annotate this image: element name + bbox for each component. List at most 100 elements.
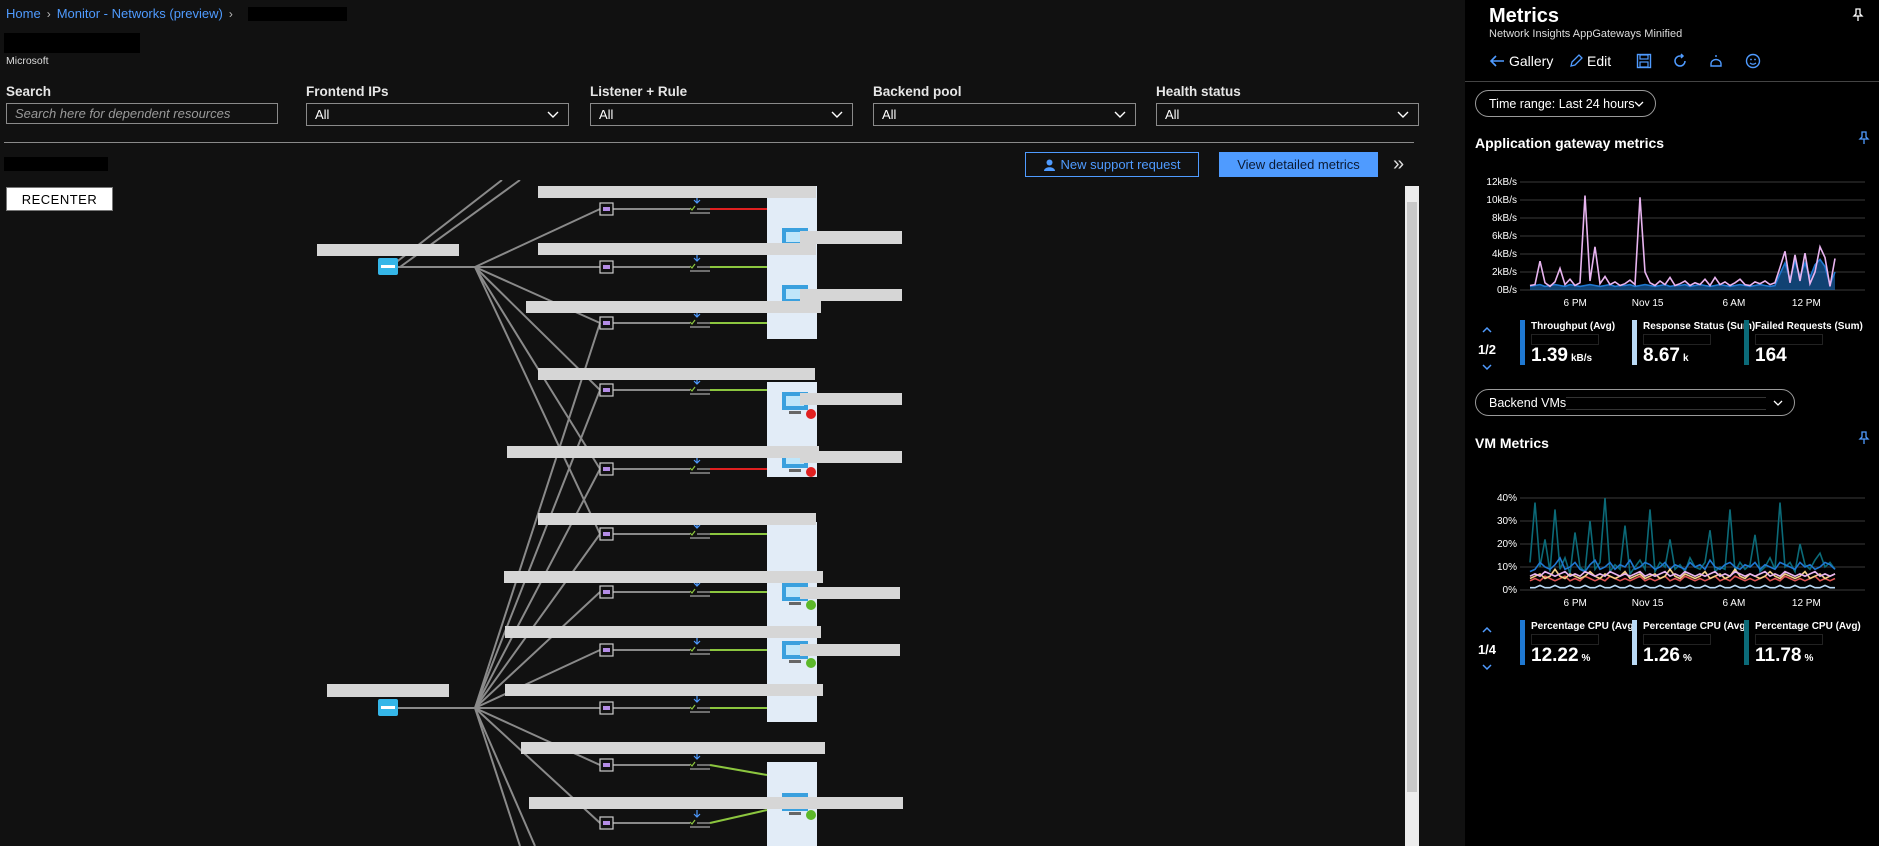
chevron-up-icon[interactable] bbox=[1481, 325, 1493, 335]
metric-tile[interactable]: Response Status (Sum) 8.67 k bbox=[1632, 320, 1755, 375]
ok-status-icon bbox=[806, 600, 816, 610]
x-tick-label: Nov 15 bbox=[1632, 598, 1664, 609]
search-label: Search bbox=[6, 84, 52, 99]
chevron-down-icon[interactable] bbox=[1481, 362, 1493, 372]
divider bbox=[1465, 81, 1879, 82]
redacted-listener-name bbox=[529, 797, 903, 809]
metric-value: 1.26% bbox=[1643, 645, 1692, 667]
backend-vms-picker[interactable]: Backend VMs: bbox=[1475, 389, 1795, 416]
metric-value: 12.22% bbox=[1531, 645, 1590, 667]
ok-status-icon bbox=[806, 810, 816, 820]
metric-number: 1.39 bbox=[1531, 345, 1568, 366]
redacted-listener-name bbox=[521, 742, 825, 754]
edit-button[interactable]: Edit bbox=[1569, 53, 1611, 69]
redacted-listener-name bbox=[538, 368, 815, 380]
x-tick-label: Nov 15 bbox=[1632, 298, 1664, 309]
redacted-gateway-name bbox=[317, 244, 459, 256]
redacted-metric-resource bbox=[1643, 334, 1711, 345]
listener-rule-value: All bbox=[599, 107, 614, 122]
health-status-select[interactable]: All bbox=[1156, 103, 1419, 126]
panel-title: Metrics bbox=[1489, 5, 1560, 27]
smiley-icon[interactable] bbox=[1745, 53, 1761, 69]
breadcrumb-networks[interactable]: Monitor - Networks (preview) bbox=[57, 6, 223, 21]
metric-tile[interactable]: Percentage CPU (Avg) 1.26% bbox=[1632, 620, 1749, 675]
metric-name: Response Status (Sum) bbox=[1643, 321, 1756, 332]
appgw-pager-text: 1/2 bbox=[1477, 342, 1497, 357]
listener-icon bbox=[599, 816, 614, 830]
redacted-breadcrumb bbox=[248, 7, 347, 21]
gallery-button[interactable]: Gallery bbox=[1489, 53, 1553, 69]
pin-icon[interactable] bbox=[1857, 431, 1871, 445]
view-detailed-metrics-button[interactable]: View detailed metrics bbox=[1219, 152, 1378, 177]
redacted-listener-name bbox=[526, 301, 821, 313]
pin-icon[interactable] bbox=[1857, 131, 1871, 145]
metric-name: Percentage CPU (Avg) bbox=[1643, 621, 1749, 632]
rule-icon bbox=[689, 752, 710, 770]
metric-color-bar bbox=[1632, 320, 1637, 365]
expand-panel-icon[interactable]: » bbox=[1393, 152, 1404, 176]
diagram-scrollbar[interactable] bbox=[1405, 186, 1419, 846]
new-support-request-button[interactable]: New support request bbox=[1025, 152, 1199, 177]
y-tick-label: 10kB/s bbox=[1486, 195, 1517, 206]
metric-value: 8.67 k bbox=[1643, 345, 1689, 367]
metric-number: 8.67 bbox=[1643, 345, 1680, 366]
backend-pool-select[interactable]: All bbox=[873, 103, 1136, 126]
listener-icon bbox=[599, 202, 614, 216]
scrollbar-thumb[interactable] bbox=[1407, 202, 1417, 792]
listener-icon bbox=[599, 383, 614, 397]
redacted-vm-name bbox=[800, 587, 900, 599]
metric-tile[interactable]: Percentage CPU (Avg) 11.78% bbox=[1744, 620, 1861, 675]
redacted-listener-name bbox=[504, 571, 823, 583]
metric-name: Failed Requests (Sum) bbox=[1755, 321, 1863, 332]
pin-icon[interactable] bbox=[1851, 8, 1865, 22]
refresh-icon[interactable] bbox=[1672, 53, 1688, 69]
save-icon[interactable] bbox=[1636, 53, 1652, 69]
x-tick-label: 6 PM bbox=[1564, 598, 1587, 609]
backend-vms-label: Backend VMs: bbox=[1489, 395, 1570, 410]
listener-icon bbox=[599, 701, 614, 715]
backend-pool-label: Backend pool bbox=[873, 84, 962, 99]
series-line bbox=[1529, 195, 1836, 288]
redacted-listener-name bbox=[505, 626, 821, 638]
redacted-vm-name bbox=[800, 289, 902, 301]
metric-unit: % bbox=[1682, 653, 1692, 664]
redacted-listener-name bbox=[505, 684, 823, 696]
backend-pool-value: All bbox=[882, 107, 897, 122]
chevron-down-icon[interactable] bbox=[1481, 662, 1493, 672]
rule-icon bbox=[689, 456, 710, 474]
frontend-ips-select[interactable]: All bbox=[306, 103, 569, 126]
feedback-icon[interactable] bbox=[1708, 53, 1724, 69]
metric-number: 164 bbox=[1755, 345, 1787, 366]
metric-tile[interactable]: Percentage CPU (Avg) 12.22% bbox=[1520, 620, 1637, 675]
time-range-picker[interactable]: Time range: Last 24 hours bbox=[1475, 90, 1656, 117]
y-tick-label: 30% bbox=[1497, 516, 1517, 527]
health-status-label: Health status bbox=[1156, 84, 1241, 99]
redacted-metric-resource bbox=[1531, 334, 1599, 345]
redacted-vm-name bbox=[800, 644, 900, 656]
x-tick-label: 6 AM bbox=[1723, 598, 1746, 609]
vm-metrics-title: VM Metrics bbox=[1475, 435, 1549, 451]
divider bbox=[4, 142, 1414, 143]
chevron-up-icon[interactable] bbox=[1481, 625, 1493, 635]
search-input[interactable] bbox=[6, 103, 278, 124]
redacted-metric-resource bbox=[1755, 634, 1823, 645]
chevron-down-icon bbox=[1397, 111, 1409, 118]
metric-tile[interactable]: Throughput (Avg) 1.39 kB/s bbox=[1520, 320, 1625, 375]
redacted-gateway-name bbox=[327, 684, 449, 697]
metric-value: 11.78% bbox=[1755, 645, 1813, 667]
listener-rule-select[interactable]: All bbox=[590, 103, 853, 126]
metric-unit: k bbox=[1682, 353, 1689, 364]
redacted-metric-resource bbox=[1755, 334, 1823, 345]
series-line bbox=[1530, 584, 1835, 589]
metric-tile[interactable]: Failed Requests (Sum) 164 bbox=[1744, 320, 1863, 375]
ok-status-icon bbox=[806, 658, 816, 668]
time-range-label: Time range: Last 24 hours bbox=[1489, 96, 1635, 111]
redacted-vm-name bbox=[800, 451, 902, 463]
breadcrumb-home[interactable]: Home bbox=[6, 6, 41, 21]
application-gateway-icon bbox=[378, 258, 398, 275]
chevron-down-icon bbox=[1634, 101, 1644, 107]
redacted-vm-name bbox=[800, 231, 902, 244]
x-tick-label: 12 PM bbox=[1792, 298, 1821, 309]
redacted-vm-list bbox=[1566, 397, 1766, 410]
chevron-down-icon bbox=[1773, 400, 1783, 406]
